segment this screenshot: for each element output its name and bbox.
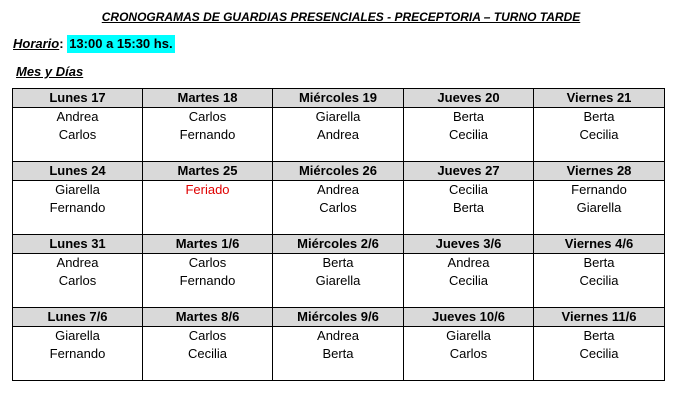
day-assignees: Andrea Berta <box>272 326 404 381</box>
day-assignees: Carlos Fernando <box>142 107 273 162</box>
week-names-row: Giarella Fernando Carlos Cecilia Andrea … <box>12 326 665 381</box>
day-header: Viernes 11/6 <box>533 307 665 327</box>
assignee-name: Andrea <box>447 255 490 270</box>
day-assignees: Cecilia Berta <box>403 180 534 235</box>
assignee-name: Cecilia <box>579 273 619 288</box>
week-names-row: Andrea Carlos Carlos Fernando Giarella A… <box>12 107 665 162</box>
day-assignees: Berta Cecilia <box>533 326 665 381</box>
day-header: Viernes 28 <box>533 161 665 181</box>
day-assignees: Andrea Cecilia <box>403 253 534 308</box>
day-header: Lunes 24 <box>12 161 143 181</box>
assignee-name: Andrea <box>317 127 359 142</box>
day-assignees: Feriado <box>142 180 273 235</box>
day-header: Miércoles 9/6 <box>272 307 404 327</box>
assignee-name: Berta <box>583 255 615 270</box>
day-assignees: Andrea Carlos <box>272 180 404 235</box>
assignee-name: Berta <box>583 328 615 343</box>
day-header: Jueves 20 <box>403 88 534 108</box>
holiday-label: Feriado <box>185 182 230 197</box>
day-header: Jueves 10/6 <box>403 307 534 327</box>
day-assignees: Giarella Fernando <box>12 180 143 235</box>
assignee-name: Carlos <box>58 127 97 142</box>
week-header-row: Lunes 7/6 Martes 8/6 Miércoles 9/6 Jueve… <box>12 307 665 327</box>
assignee-name: Andrea <box>317 328 359 343</box>
day-header: Lunes 7/6 <box>12 307 143 327</box>
assignee-name: Berta <box>452 109 485 124</box>
assignee-name: Fernando <box>49 200 106 215</box>
day-header: Martes 18 <box>142 88 273 108</box>
week-header-row: Lunes 31 Martes 1/6 Miércoles 2/6 Jueves… <box>12 234 665 254</box>
day-assignees: Berta Cecilia <box>403 107 534 162</box>
horario-separator: : <box>59 36 64 51</box>
day-header: Martes 1/6 <box>142 234 273 254</box>
day-assignees: Berta Cecilia <box>533 253 665 308</box>
day-header: Miércoles 2/6 <box>272 234 404 254</box>
assignee-name: Giarella <box>55 182 100 197</box>
assignee-name: Fernando <box>571 182 627 197</box>
assignee-name: Giarella <box>55 328 100 343</box>
assignee-name: Giarella <box>315 273 361 288</box>
assignee-name: Carlos <box>188 255 227 270</box>
day-assignees: Giarella Andrea <box>272 107 404 162</box>
assignee-name: Cecilia <box>579 127 619 142</box>
day-assignees: Giarella Carlos <box>403 326 534 381</box>
assignee-name: Andrea <box>56 255 99 270</box>
assignee-name: Berta <box>452 200 485 215</box>
assignee-name: Cecilia <box>579 346 619 361</box>
assignee-name: Berta <box>322 346 354 361</box>
assignee-name: Fernando <box>49 346 106 361</box>
day-header: Viernes 21 <box>533 88 665 108</box>
day-header: Martes 25 <box>142 161 273 181</box>
assignee-name: Carlos <box>188 328 227 343</box>
day-header: Lunes 31 <box>12 234 143 254</box>
horario-value: 13:00 a 15:30 hs. <box>67 35 175 53</box>
day-assignees: Giarella Fernando <box>12 326 143 381</box>
assignee-name: Andrea <box>56 109 99 124</box>
assignee-name: Cecilia <box>448 127 488 142</box>
day-assignees: Carlos Fernando <box>142 253 273 308</box>
week-header-row: Lunes 24 Martes 25 Miércoles 26 Jueves 2… <box>12 161 665 181</box>
day-assignees: Berta Giarella <box>272 253 404 308</box>
horario-label: Horario <box>13 36 60 51</box>
assignee-name: Cecilia <box>187 346 227 361</box>
schedule-table: Lunes 17 Martes 18 Miércoles 19 Jueves 2… <box>12 88 665 381</box>
day-header: Lunes 17 <box>12 88 143 108</box>
assignee-name: Carlos <box>319 200 357 215</box>
assignee-name: Berta <box>583 109 615 124</box>
week-names-row: Andrea Carlos Carlos Fernando Berta Giar… <box>12 253 665 308</box>
schedule-hours: Horario: 13:00 a 15:30 hs. <box>13 35 175 53</box>
day-header: Miércoles 26 <box>272 161 404 181</box>
day-header: Miércoles 19 <box>272 88 404 108</box>
day-header: Jueves 3/6 <box>403 234 534 254</box>
day-header: Viernes 4/6 <box>533 234 665 254</box>
day-header: Jueves 27 <box>403 161 534 181</box>
assignee-name: Carlos <box>449 346 488 361</box>
assignee-name: Andrea <box>317 182 359 197</box>
day-assignees: Andrea Carlos <box>12 253 143 308</box>
months-days-label: Mes y Días <box>16 64 84 79</box>
week-names-row: Giarella Fernando Feriado Andrea Carlos … <box>12 180 665 235</box>
assignee-name: Carlos <box>58 273 97 288</box>
assignee-name: Giarella <box>576 200 622 215</box>
assignee-name: Berta <box>322 255 354 270</box>
day-assignees: Andrea Carlos <box>12 107 143 162</box>
week-header-row: Lunes 17 Martes 18 Miércoles 19 Jueves 2… <box>12 88 665 108</box>
assignee-name: Cecilia <box>448 273 488 288</box>
day-header: Martes 8/6 <box>142 307 273 327</box>
document-title: CRONOGRAMAS DE GUARDIAS PRESENCIALES - P… <box>101 10 581 24</box>
day-assignees: Carlos Cecilia <box>142 326 273 381</box>
assignee-name: Cecilia <box>448 182 488 197</box>
assignee-name: Giarella <box>446 328 491 343</box>
assignee-name: Carlos <box>188 109 227 124</box>
day-assignees: Berta Cecilia <box>533 107 665 162</box>
assignee-name: Fernando <box>179 127 236 142</box>
assignee-name: Giarella <box>315 109 361 124</box>
day-assignees: Fernando Giarella <box>533 180 665 235</box>
assignee-name: Fernando <box>179 273 236 288</box>
